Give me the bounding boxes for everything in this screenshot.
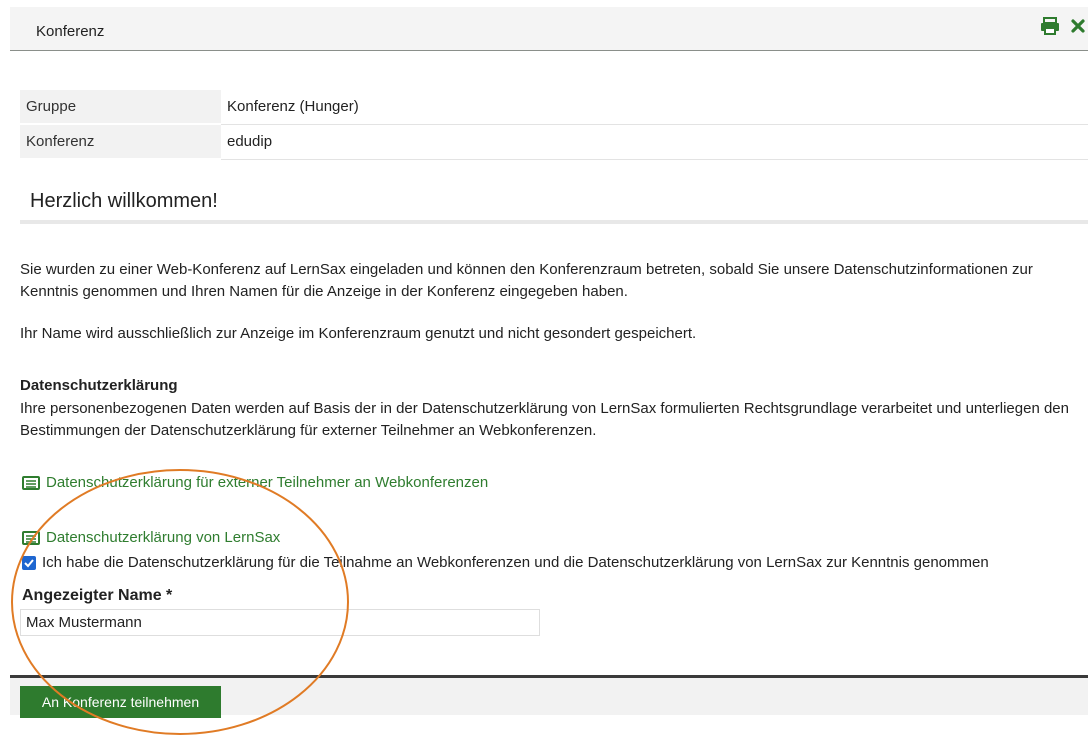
display-name-label: Angezeigter Name *: [22, 587, 173, 604]
document-icon: [22, 530, 40, 545]
window-header: Konferenz: [10, 7, 1088, 51]
privacy-heading: Datenschutzerklärung: [20, 377, 178, 394]
consent-row: Ich habe die Datenschutzerklärung für di…: [22, 554, 989, 571]
welcome-heading: Herzlich willkommen!: [30, 190, 218, 212]
info-value: edudip: [221, 124, 1088, 160]
consent-label: Ich habe die Datenschutzerklärung für di…: [42, 554, 989, 571]
welcome-section: Herzlich willkommen!: [20, 190, 1088, 224]
intro-paragraph: Sie wurden zu einer Web-Konferenz auf Le…: [20, 261, 1033, 300]
info-value: Konferenz (Hunger): [221, 90, 1088, 125]
link-privacy-lernsax-label: Datenschutzerklärung von LernSax: [46, 529, 281, 546]
link-privacy-external-label: Datenschutzerklärung für externer Teilne…: [46, 474, 489, 491]
link-privacy-external[interactable]: Datenschutzerklärung für externer Teilne…: [22, 474, 488, 491]
checkmark-icon: [24, 558, 34, 567]
privacy-text: Ihre personenbezogenen Daten werden auf …: [20, 400, 1069, 439]
footer-bar: An Konferenz teilnehmen: [10, 675, 1088, 718]
print-icon[interactable]: [1040, 17, 1060, 35]
link-privacy-lernsax[interactable]: Datenschutzerklärung von LernSax: [22, 529, 280, 546]
info-row-konferenz: Konferenz edudip: [20, 124, 1088, 160]
consent-checkbox[interactable]: [22, 555, 36, 570]
info-label: Gruppe: [20, 90, 221, 125]
display-name-input[interactable]: [20, 609, 540, 636]
document-icon: [22, 475, 40, 490]
info-label: Konferenz: [20, 124, 221, 160]
close-icon[interactable]: [1070, 17, 1086, 35]
name-notice-paragraph: Ihr Name wird ausschließlich zur Anzeige…: [20, 325, 697, 342]
join-conference-button[interactable]: An Konferenz teilnehmen: [20, 686, 221, 718]
window-title: Konferenz: [36, 23, 105, 40]
info-table: Gruppe Konferenz (Hunger) Konferenz edud…: [20, 90, 1088, 160]
info-row-gruppe: Gruppe Konferenz (Hunger): [20, 90, 1088, 125]
